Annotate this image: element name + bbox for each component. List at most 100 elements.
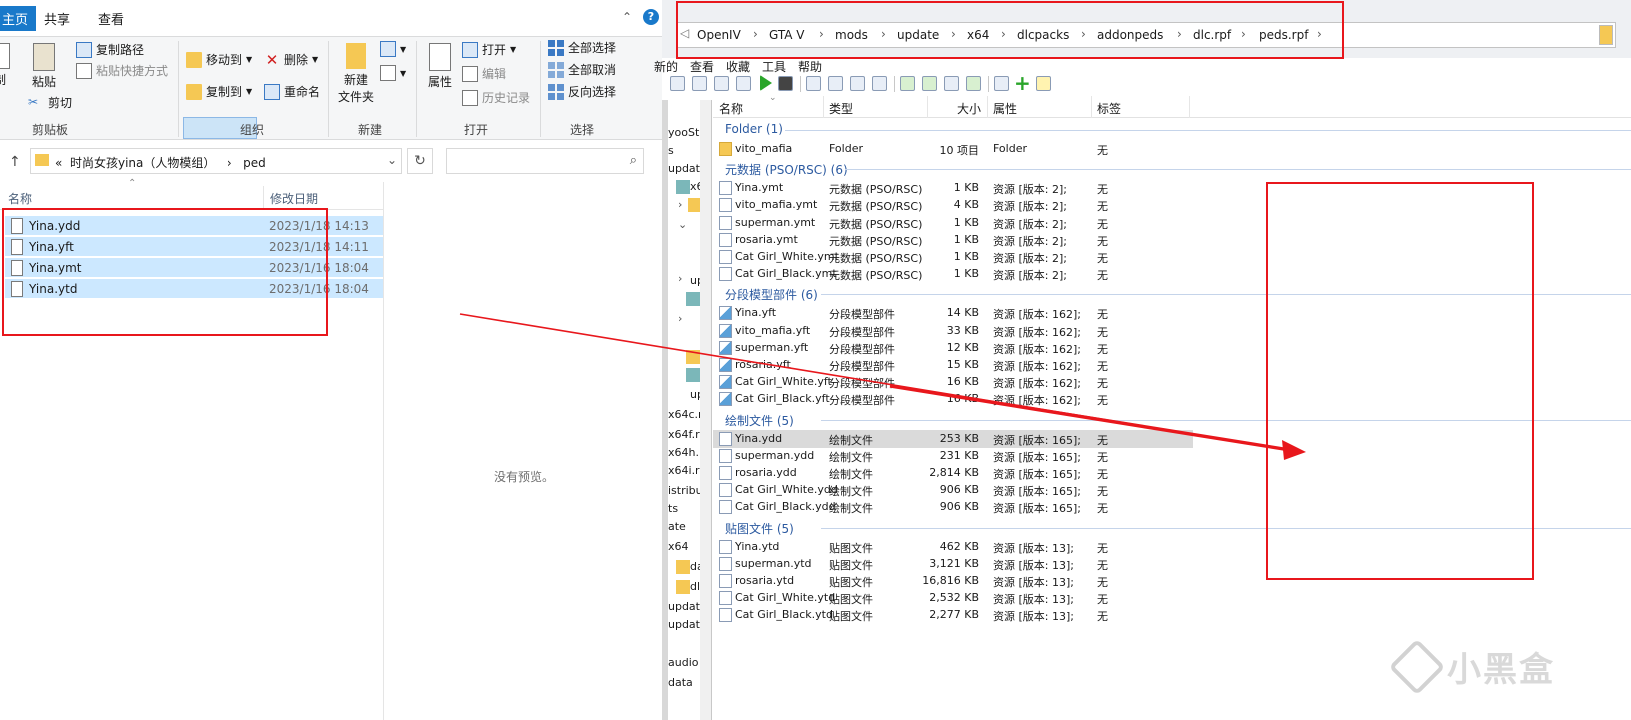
file-row[interactable]: Yina.ymt 2023/1/16 18:04 <box>5 258 383 278</box>
tab-view[interactable]: 查看 <box>98 9 124 28</box>
open-button[interactable]: 打开 ▼ <box>462 41 516 58</box>
move-to-button[interactable]: 移动到 ▼ <box>186 51 252 68</box>
edit-button[interactable]: 编辑 <box>462 65 506 82</box>
column-size[interactable]: 大小 <box>957 100 981 117</box>
new-item-button[interactable]: ▼ <box>380 41 406 57</box>
breadcrumb-parent[interactable]: 时尚女孩yina（人物模组） <box>70 156 215 170</box>
list-item[interactable]: Cat Girl_Black.ytd 贴图文件 2,277 KB 资源 [版本: 13… <box>713 606 1193 624</box>
list-item[interactable]: Cat Girl_White.ymt 元数据 (PSO/RSC) 1 KB 资源 [版… <box>713 248 1193 266</box>
file-row[interactable]: Yina.ydd 2023/1/18 14:13 <box>5 216 383 236</box>
tab-home[interactable]: 主页 <box>0 6 37 31</box>
chevron-down-icon[interactable]: ⌄ <box>678 218 687 231</box>
menu-new[interactable]: 新的 <box>654 58 678 75</box>
group-header[interactable]: 绘制文件 (5) <box>725 412 794 429</box>
nav-item[interactable]: ts <box>668 502 678 515</box>
search-icon[interactable] <box>828 76 843 91</box>
refresh-icon[interactable] <box>670 76 685 91</box>
group-header[interactable]: Folder (1) <box>725 122 783 136</box>
group-header[interactable]: 分段模型部件 (6) <box>725 286 818 303</box>
tab-share[interactable]: 共享 <box>44 9 70 28</box>
nav-item[interactable]: x64 <box>668 540 689 553</box>
invert-selection-button[interactable]: 反向选择 <box>548 83 616 100</box>
select-none-button[interactable]: 全部取消 <box>548 61 616 78</box>
nav-item[interactable]: audio <box>668 656 698 669</box>
column-divider[interactable] <box>263 186 264 210</box>
breadcrumb-dlc-rpf[interactable]: dlc.rpf <box>1193 28 1231 42</box>
folder-icon[interactable] <box>1599 25 1613 45</box>
column-name[interactable]: 名称 <box>8 190 32 207</box>
list-item[interactable]: rosaria.ytd 贴图文件 16,816 KB 资源 [版本: 13]; 无 <box>713 572 1193 590</box>
rebuild-icon[interactable] <box>966 76 981 91</box>
new-file-icon[interactable] <box>1036 76 1051 91</box>
ribbon-collapse-icon[interactable]: ⌃ <box>622 10 632 24</box>
nav-item[interactable]: ate <box>668 520 686 533</box>
list-item[interactable]: Cat Girl_Black.ydd 绘制文件 906 KB 资源 [版本: 165]… <box>713 498 1193 516</box>
nav-scrollbar[interactable] <box>700 100 711 720</box>
edit-icon[interactable] <box>806 76 821 91</box>
column-name[interactable]: 名称 <box>719 100 743 117</box>
breadcrumb-addonpeds[interactable]: addonpeds <box>1097 28 1163 42</box>
settings-icon[interactable] <box>692 76 707 91</box>
column-divider[interactable] <box>823 96 824 118</box>
list-item[interactable]: Yina.yft 分段模型部件 14 KB 资源 [版本: 162]; 无 <box>713 304 1193 322</box>
group-header[interactable]: 贴图文件 (5) <box>725 520 794 537</box>
list-item[interactable]: vito_mafia.ymt 元数据 (PSO/RSC) 4 KB 资源 [版本: 2… <box>713 196 1193 214</box>
breadcrumb-x64[interactable]: x64 <box>967 28 989 42</box>
address-overflow[interactable]: « <box>55 156 62 170</box>
list-item[interactable]: Yina.ydd 绘制文件 253 KB 资源 [版本: 165]; 无 <box>713 429 1193 448</box>
refresh-button[interactable]: ↻ <box>407 148 433 174</box>
list-item[interactable]: Cat Girl_White.ydd 绘制文件 906 KB 资源 [版本: 165]… <box>713 481 1193 499</box>
list-item[interactable]: Cat Girl_Black.yft 分段模型部件 16 KB 资源 [版本: 162… <box>713 390 1193 408</box>
list-item[interactable]: Cat Girl_White.yft 分段模型部件 16 KB 资源 [版本: 162… <box>713 373 1193 391</box>
nav-item[interactable]: s <box>668 144 674 157</box>
export-icon[interactable] <box>922 76 937 91</box>
list-item[interactable]: rosaria.ydd 绘制文件 2,814 KB 资源 [版本: 165]; 无 <box>713 464 1193 482</box>
text-icon[interactable] <box>872 76 887 91</box>
list-item[interactable]: rosaria.ymt 元数据 (PSO/RSC) 1 KB 资源 [版本: 2]; 无 <box>713 231 1193 249</box>
menu-tools[interactable]: 工具 <box>762 58 786 75</box>
list-item[interactable]: rosaria.yft 分段模型部件 15 KB 资源 [版本: 162]; 无 <box>713 356 1193 374</box>
chevron-right-icon[interactable]: › <box>678 312 682 325</box>
breadcrumb-mods[interactable]: mods <box>835 28 868 42</box>
menu-favorites[interactable]: 收藏 <box>726 58 750 75</box>
column-modified[interactable]: 修改日期 <box>270 190 318 207</box>
column-tags[interactable]: 标签 <box>1097 100 1121 117</box>
cut-button[interactable]: ✂ 剪切 <box>28 94 72 111</box>
delete-button[interactable]: ✕ 删除 ▼ <box>264 51 318 68</box>
new-folder-button[interactable]: 新建 文件夹 <box>334 43 378 105</box>
address-field[interactable]: « 时尚女孩yina（人物模组） › ped ⌄ <box>30 148 402 174</box>
nav-item[interactable]: data <box>668 676 693 689</box>
list-item[interactable]: vito_mafia Folder 10 项目 Folder 无 <box>713 140 1193 158</box>
paste-button[interactable]: 粘贴 <box>22 43 66 90</box>
tree-icon[interactable] <box>736 76 751 91</box>
list-item[interactable]: superman.ydd 绘制文件 231 KB 资源 [版本: 165]; 无 <box>713 447 1193 465</box>
up-arrow-icon[interactable]: ↑ <box>9 154 21 170</box>
replace-icon[interactable] <box>944 76 959 91</box>
chevron-right-icon[interactable]: › <box>678 272 682 285</box>
breadcrumb-current[interactable]: ped <box>243 156 266 170</box>
copy-to-button[interactable]: 复制到 ▼ <box>186 83 252 100</box>
list-item[interactable]: Yina.ytd 贴图文件 462 KB 资源 [版本: 13]; 无 <box>713 538 1193 556</box>
help-icon[interactable]: ? <box>643 9 659 25</box>
chevron-right-icon[interactable]: › <box>678 198 682 211</box>
info-icon[interactable] <box>994 76 1009 91</box>
properties-button[interactable]: 属性 <box>418 43 462 90</box>
openiv-path-bar[interactable]: ◁ OpenIV › GTA V › mods › update › x64 ›… <box>676 22 1616 48</box>
play-icon[interactable] <box>760 75 772 91</box>
group-header[interactable]: 元数据 (PSO/RSC) (6) <box>725 161 848 178</box>
list-item[interactable]: superman.ymt 元数据 (PSO/RSC) 1 KB 资源 [版本: 2];… <box>713 214 1193 232</box>
list-item[interactable]: Cat Girl_White.ytd 贴图文件 2,532 KB 资源 [版本: 13… <box>713 589 1193 607</box>
back-icon[interactable]: ◁ <box>680 26 689 40</box>
column-type[interactable]: 类型 <box>829 100 853 117</box>
list-item[interactable]: vito_mafia.yft 分段模型部件 33 KB 资源 [版本: 162]; 无 <box>713 322 1193 340</box>
select-all-button[interactable]: 全部选择 <box>548 39 616 56</box>
column-divider[interactable] <box>987 96 988 118</box>
breadcrumb-gtav[interactable]: GTA V <box>769 28 805 42</box>
document-icon[interactable] <box>850 76 865 91</box>
easy-access-button[interactable]: ▼ <box>380 65 406 81</box>
column-attributes[interactable]: 属性 <box>993 100 1017 117</box>
add-icon[interactable]: + <box>1014 73 1031 93</box>
file-row[interactable]: Yina.yft 2023/1/18 14:11 <box>5 237 383 257</box>
menu-view[interactable]: 查看 <box>690 58 714 75</box>
list-item[interactable]: Cat Girl_Black.ymt 元数据 (PSO/RSC) 1 KB 资源 [版… <box>713 265 1193 283</box>
